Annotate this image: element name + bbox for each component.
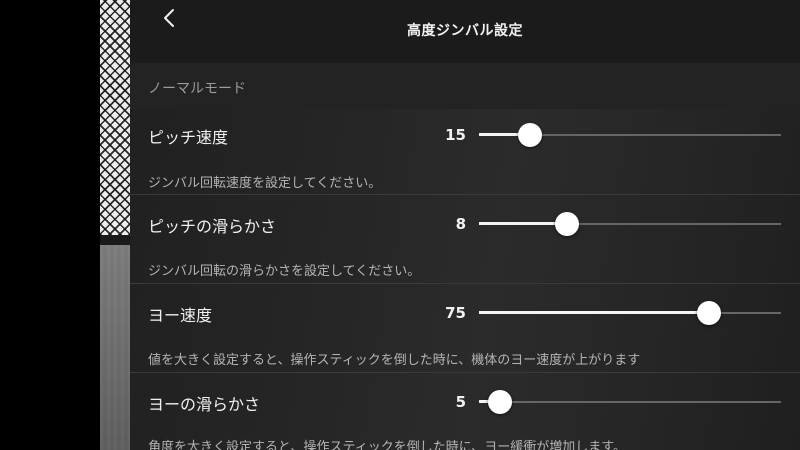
slider-track	[479, 401, 781, 403]
slider-knob[interactable]	[488, 390, 512, 414]
pitch-smoothness-slider[interactable]	[479, 212, 781, 236]
gimbal-settings-panel: 高度ジンバル設定 ノーマルモード ピッチ速度 15 ジンバル回転速度を設定してく…	[130, 0, 800, 450]
section-title: ノーマルモード	[148, 81, 246, 97]
slider-knob[interactable]	[555, 212, 579, 236]
panel-header: 高度ジンバル設定	[130, 0, 800, 63]
page-title: 高度ジンバル設定	[407, 23, 523, 39]
divider	[130, 372, 800, 373]
preview-ground-image	[100, 245, 130, 450]
app-screen: 高度ジンバル設定 ノーマルモード ピッチ速度 15 ジンバル回転速度を設定してく…	[0, 0, 800, 450]
preview-net-band	[100, 235, 130, 245]
pitch-speed-value: 15	[445, 126, 466, 144]
slider-fill	[479, 311, 709, 314]
slider-knob[interactable]	[518, 123, 542, 147]
left-black-bar	[0, 0, 100, 450]
yaw-smoothness-slider[interactable]	[479, 390, 781, 414]
divider	[130, 194, 800, 195]
yaw-speed-value: 75	[445, 304, 466, 322]
yaw-smoothness-label: ヨーの滑らかさ	[148, 395, 261, 414]
yaw-smoothness-value: 5	[455, 393, 466, 411]
slider-fill	[479, 222, 567, 225]
section-header: ノーマルモード	[130, 63, 800, 109]
pitch-smoothness-label: ピッチの滑らかさ	[148, 217, 277, 236]
slider-knob[interactable]	[697, 301, 721, 325]
divider	[130, 283, 800, 284]
pitch-speed-label: ピッチ速度	[148, 128, 229, 147]
pitch-speed-description: ジンバル回転速度を設定してください。	[148, 176, 382, 191]
yaw-speed-label: ヨー速度	[148, 306, 213, 325]
pitch-smoothness-description: ジンバル回転の滑らかさを設定してください。	[148, 264, 421, 279]
preview-net-image	[100, 0, 130, 235]
pitch-speed-slider[interactable]	[479, 123, 781, 147]
pitch-smoothness-value: 8	[455, 215, 466, 233]
camera-preview[interactable]	[100, 0, 130, 450]
yaw-speed-description: 値を大きく設定すると、操作スティックを倒した時に、機体のヨー速度が上がります	[148, 353, 641, 368]
yaw-smoothness-description: 角度を大きく設定すると、操作スティックを倒した時に、ヨー緩衝が増加します。	[148, 440, 627, 450]
yaw-speed-slider[interactable]	[479, 301, 781, 325]
